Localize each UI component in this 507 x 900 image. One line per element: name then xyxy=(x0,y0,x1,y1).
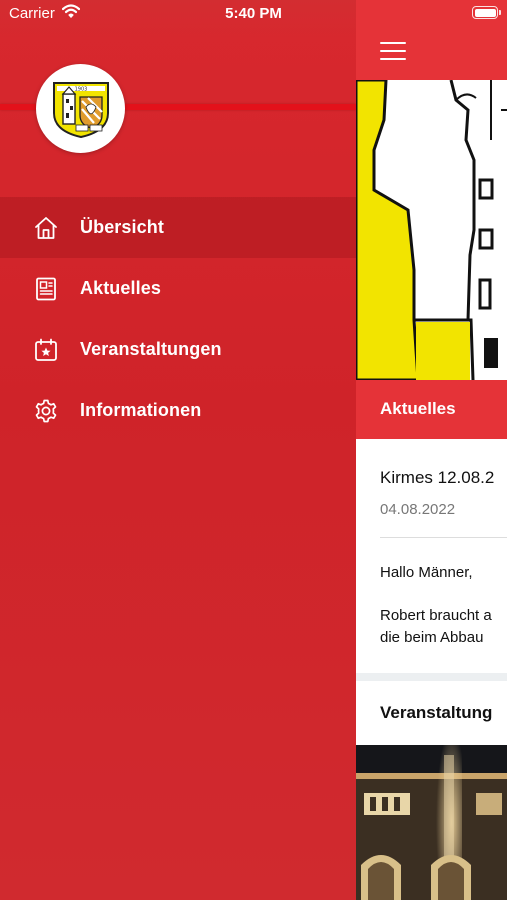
svg-text:1903: 1903 xyxy=(74,86,87,92)
news-date: 04.08.2022 xyxy=(380,501,456,518)
event-photo[interactable] xyxy=(356,745,507,900)
newspaper-icon xyxy=(33,276,59,302)
nav-item-uebersicht[interactable]: Übersicht xyxy=(0,197,356,258)
nav-item-label: Informationen xyxy=(80,400,202,420)
calendar-star-icon xyxy=(33,337,59,363)
card-divider xyxy=(380,537,507,538)
drawer-nav: Übersicht Aktuelles Veranstaltungen Info… xyxy=(0,197,356,441)
nav-item-aktuelles[interactable]: Aktuelles xyxy=(0,258,356,319)
crest-closeup-image xyxy=(356,80,507,380)
battery-icon xyxy=(472,6,501,19)
building-fountain-image xyxy=(356,745,507,900)
nav-item-label: Übersicht xyxy=(80,217,164,237)
nav-item-veranstaltungen[interactable]: Veranstaltungen xyxy=(0,319,356,380)
main-content: Aktuelles Kirmes 12.08.2 04.08.2022 Hall… xyxy=(356,0,507,900)
nav-item-informationen[interactable]: Informationen xyxy=(0,380,356,441)
club-logo: 1903 xyxy=(36,64,125,153)
events-card-title[interactable]: Veranstaltung xyxy=(356,681,507,745)
gear-icon xyxy=(33,398,59,424)
news-greeting: Hallo Männer, xyxy=(380,564,473,581)
home-icon xyxy=(33,215,59,241)
status-bar: Carrier 5:40 PM xyxy=(0,0,507,28)
news-card[interactable]: Kirmes 12.08.2 04.08.2022 Hallo Männer, … xyxy=(356,439,507,673)
hamburger-icon[interactable] xyxy=(380,42,406,60)
nav-item-label: Aktuelles xyxy=(80,278,161,298)
club-crest-logo: 1903 xyxy=(52,81,109,138)
news-title: Kirmes 12.08.2 xyxy=(380,468,495,487)
news-body-line2: die beim Abbau xyxy=(380,629,484,646)
side-drawer: 1903 Übersicht Aktuelles Veranstaltungen… xyxy=(0,0,356,900)
section-title-aktuelles: Aktuelles xyxy=(356,380,507,439)
hero-image xyxy=(356,80,507,380)
news-body-line1: Robert braucht a xyxy=(380,607,492,624)
nav-item-label: Veranstaltungen xyxy=(80,339,222,359)
clock: 5:40 PM xyxy=(225,5,282,22)
